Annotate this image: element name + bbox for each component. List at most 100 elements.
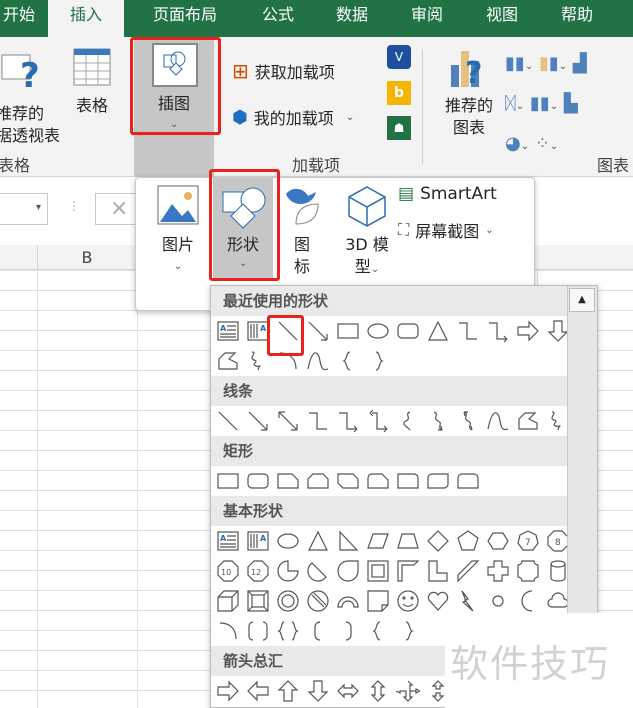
shape-arrow-icon[interactable] bbox=[243, 406, 273, 436]
tab-help[interactable]: 帮助 bbox=[551, 0, 603, 37]
shape-textbox-icon[interactable]: A bbox=[213, 526, 243, 556]
shape-hexagon-icon[interactable] bbox=[483, 526, 513, 556]
shape-lshape-icon[interactable] bbox=[423, 556, 453, 586]
shape-ellipse-icon[interactable] bbox=[273, 526, 303, 556]
pictures-button[interactable]: 图片 ⌄ bbox=[150, 184, 206, 278]
shape-arc-icon[interactable] bbox=[273, 346, 303, 376]
shape-roundsame-icon[interactable] bbox=[453, 466, 483, 496]
tab-review[interactable]: 审阅 bbox=[401, 0, 453, 37]
shape-rightarrow-icon[interactable] bbox=[513, 316, 543, 346]
table-button[interactable]: 表格 bbox=[64, 45, 120, 117]
icons-button[interactable]: 图 标 bbox=[282, 184, 322, 278]
shape-elbowarrow-icon[interactable] bbox=[483, 316, 513, 346]
shape-diagstripe-icon[interactable] bbox=[453, 556, 483, 586]
pie-chart-icon[interactable]: ◕⌄ ⁘⌄ bbox=[505, 125, 587, 165]
shape-rbrace-icon[interactable] bbox=[393, 616, 423, 646]
shape-snipdiag-icon[interactable] bbox=[333, 466, 363, 496]
shape-wave-icon[interactable] bbox=[483, 406, 513, 436]
shape-halfframe-icon[interactable] bbox=[393, 556, 423, 586]
shape-line-icon[interactable] bbox=[273, 316, 303, 346]
shape-decagon-icon[interactable]: 10 bbox=[213, 556, 243, 586]
visio-icon[interactable]: V bbox=[387, 45, 411, 69]
shape-pentagon-icon[interactable] bbox=[453, 526, 483, 556]
shape-plaque-icon[interactable] bbox=[513, 556, 543, 586]
shape-wave-icon[interactable] bbox=[303, 346, 333, 376]
shape-textbox-icon[interactable]: A bbox=[213, 316, 243, 346]
shape-arc-icon[interactable] bbox=[213, 616, 243, 646]
get-addins-button[interactable]: ⊞ 获取加载项 bbox=[232, 59, 335, 83]
shape-rect-icon[interactable] bbox=[213, 466, 243, 496]
shape-lbrace-icon[interactable] bbox=[333, 346, 363, 376]
shape-roundrect-icon[interactable] bbox=[243, 466, 273, 496]
shape-roundrect-icon[interactable] bbox=[393, 316, 423, 346]
shape-roundsingle-icon[interactable] bbox=[393, 466, 423, 496]
illustrations-button[interactable]: 插图 ⌄ bbox=[134, 37, 214, 177]
shape-nosymbol-icon[interactable] bbox=[303, 586, 333, 616]
shape-rect-icon[interactable] bbox=[333, 316, 363, 346]
shape-rbracket-icon[interactable] bbox=[333, 616, 363, 646]
shape-donut-icon[interactable] bbox=[273, 586, 303, 616]
shape-quadarrow-icon[interactable] bbox=[393, 676, 423, 706]
shape-cube-icon[interactable] bbox=[213, 586, 243, 616]
shape-line-icon[interactable] bbox=[213, 406, 243, 436]
name-box[interactable]: ▾ bbox=[0, 193, 48, 225]
scroll-up-icon[interactable]: ▲ bbox=[569, 288, 595, 312]
shape-blockarc-icon[interactable] bbox=[333, 586, 363, 616]
shape-udarrow-icon[interactable] bbox=[363, 676, 393, 706]
screenshot-button[interactable]: ⛶ 屏幕截图 ⌄ bbox=[398, 218, 494, 242]
shape-lightning-icon[interactable] bbox=[453, 586, 483, 616]
shape-triangle-icon[interactable] bbox=[423, 316, 453, 346]
shape-vtextbox-icon[interactable]: A bbox=[243, 526, 273, 556]
shape-plus-icon[interactable] bbox=[483, 556, 513, 586]
shape-pie-icon[interactable] bbox=[273, 556, 303, 586]
tab-page-layout[interactable]: 页面布局 bbox=[142, 0, 228, 37]
shape-lbrace-icon[interactable] bbox=[363, 616, 393, 646]
shape-leftarrow-icon[interactable] bbox=[243, 676, 273, 706]
shape-freeform-icon[interactable] bbox=[213, 346, 243, 376]
shape-lrarrow-icon[interactable] bbox=[333, 676, 363, 706]
tab-home[interactable]: 开始 bbox=[0, 0, 40, 37]
shape-parallelogram-icon[interactable] bbox=[363, 526, 393, 556]
shape-elbow-icon[interactable] bbox=[453, 316, 483, 346]
shape-chord-icon[interactable] bbox=[303, 556, 333, 586]
shapes-button[interactable]: 形状 ⌄ bbox=[213, 178, 273, 278]
shape-frame-icon[interactable] bbox=[363, 556, 393, 586]
shape-smiley-icon[interactable] bbox=[393, 586, 423, 616]
shape-arrow-icon[interactable] bbox=[303, 316, 333, 346]
shape-moon-icon[interactable] bbox=[513, 586, 543, 616]
shape-heart-icon[interactable] bbox=[423, 586, 453, 616]
shape-dodecagon-icon[interactable]: 12 bbox=[243, 556, 273, 586]
shape-curve-icon[interactable] bbox=[393, 406, 423, 436]
shape-teardrop-icon[interactable] bbox=[333, 556, 363, 586]
shape-lbracket-icon[interactable] bbox=[303, 616, 333, 646]
cancel-icon[interactable]: × bbox=[95, 193, 140, 225]
shape-rounddiag-icon[interactable] bbox=[423, 466, 453, 496]
shape-elbowdbl-icon[interactable] bbox=[363, 406, 393, 436]
shape-heptagon-icon[interactable]: 7 bbox=[513, 526, 543, 556]
shape-freeform-icon[interactable] bbox=[513, 406, 543, 436]
shape-dblarrow-icon[interactable] bbox=[273, 406, 303, 436]
shape-snip2-icon[interactable] bbox=[303, 466, 333, 496]
smartart-button[interactable]: ▤ SmartArt bbox=[398, 184, 497, 204]
shape-ellipse-icon[interactable] bbox=[363, 316, 393, 346]
column-header-b[interactable]: B bbox=[37, 245, 137, 270]
3d-models-button[interactable]: 3D 模 型⌄ bbox=[336, 184, 398, 281]
shape-foldedcorner-icon[interactable] bbox=[363, 586, 393, 616]
shape-bevel-icon[interactable] bbox=[243, 586, 273, 616]
people-graph-icon[interactable]: ☗ bbox=[387, 116, 411, 140]
tab-data[interactable]: 数据 bbox=[326, 0, 378, 37]
shape-triangle-icon[interactable] bbox=[303, 526, 333, 556]
bing-icon[interactable]: b bbox=[387, 81, 411, 105]
shape-vtextbox-icon[interactable]: A bbox=[243, 316, 273, 346]
shape-diamond-icon[interactable] bbox=[423, 526, 453, 556]
line-chart-icon[interactable]: ᛞ⌄ ▮▮⌄ ▙ bbox=[505, 85, 587, 125]
tab-formulas[interactable]: 公式 bbox=[252, 0, 304, 37]
my-addins-button[interactable]: ⬢ 我的加载项 ⌄ bbox=[232, 105, 354, 129]
recommended-charts-button[interactable]: ? 推荐的 图表 bbox=[438, 47, 500, 139]
shape-bracketpair-icon[interactable] bbox=[243, 616, 273, 646]
shape-sun-icon[interactable] bbox=[483, 586, 513, 616]
shape-bracepair-icon[interactable] bbox=[273, 616, 303, 646]
drag-handle-icon[interactable]: ⋮ bbox=[68, 199, 80, 213]
column-chart-icon[interactable]: ▮▮⌄ ▮▮⌄ ▟ bbox=[505, 45, 587, 85]
shape-snip1-icon[interactable] bbox=[273, 466, 303, 496]
